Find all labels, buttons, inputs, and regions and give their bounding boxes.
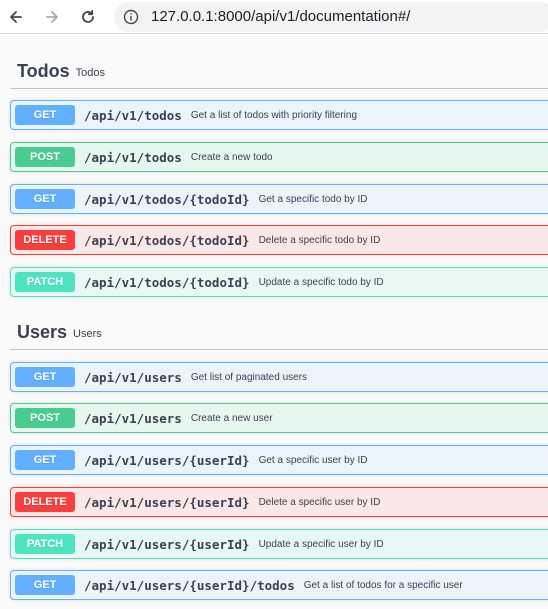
endpoint-summary: Update a specific todo by ID xyxy=(258,276,384,288)
endpoint-path: /api/v1/users/{userId}/todos xyxy=(84,577,295,593)
endpoint-summary: Get a list of todos for a specific user xyxy=(303,579,463,591)
endpoint-post-todos[interactable]: POST /api/v1/todos Create a new todo xyxy=(10,142,548,172)
method-badge: POST xyxy=(15,147,75,167)
section-header-users[interactable]: Users Users xyxy=(10,316,548,350)
method-badge: GET xyxy=(15,450,75,470)
info-icon[interactable] xyxy=(123,9,139,25)
method-badge: GET xyxy=(15,189,75,209)
endpoint-delete-user-by-id[interactable]: DELETE /api/v1/users/{userId} Delete a s… xyxy=(10,487,548,517)
arrow-right-icon xyxy=(46,11,58,23)
section-title: Todos xyxy=(17,61,70,81)
method-badge: GET xyxy=(15,575,75,595)
endpoint-summary: Get a specific todo by ID xyxy=(258,193,368,205)
endpoint-patch-todo-by-id[interactable]: PATCH /api/v1/todos/{todoId} Update a sp… xyxy=(10,267,548,297)
section-header-todos[interactable]: Todos Todos xyxy=(10,55,548,89)
endpoint-path: /api/v1/users/{userId} xyxy=(84,452,250,468)
endpoint-path: /api/v1/todos/{todoId} xyxy=(84,274,250,290)
endpoint-patch-user-by-id[interactable]: PATCH /api/v1/users/{userId} Update a sp… xyxy=(10,529,548,559)
section-description: Todos xyxy=(75,66,106,79)
section-title: Users xyxy=(17,322,68,342)
method-badge: PATCH xyxy=(15,534,75,554)
endpoint-path: /api/v1/users/{userId} xyxy=(84,536,250,552)
section-description: Users xyxy=(73,327,102,340)
endpoint-summary: Delete a specific user by ID xyxy=(258,496,381,508)
reload-icon xyxy=(82,9,94,23)
method-badge: DELETE xyxy=(15,230,75,250)
back-button[interactable] xyxy=(4,5,28,29)
endpoint-get-todo-by-id[interactable]: GET /api/v1/todos/{todoId} Get a specifi… xyxy=(10,184,548,214)
endpoint-path: /api/v1/todos xyxy=(84,149,182,165)
reload-button[interactable] xyxy=(76,5,100,29)
method-badge: PATCH xyxy=(15,272,75,292)
method-badge: GET xyxy=(15,105,75,125)
endpoint-get-todos[interactable]: GET /api/v1/todos Get a list of todos wi… xyxy=(10,100,548,130)
endpoint-summary: Get list of paginated users xyxy=(190,371,308,383)
endpoint-path: /api/v1/todos/{todoId} xyxy=(84,191,250,207)
endpoint-delete-todo-by-id[interactable]: DELETE /api/v1/todos/{todoId} Delete a s… xyxy=(10,225,548,255)
endpoint-summary: Get a list of todos with priority filter… xyxy=(190,109,358,121)
endpoint-path: /api/v1/users xyxy=(84,410,182,426)
endpoint-path: /api/v1/todos/{todoId} xyxy=(84,232,250,248)
arrow-left-icon xyxy=(10,11,22,23)
endpoint-post-users[interactable]: POST /api/v1/users Create a new user xyxy=(10,403,548,433)
forward-button[interactable] xyxy=(40,5,64,29)
endpoint-get-users[interactable]: GET /api/v1/users Get list of paginated … xyxy=(10,362,548,392)
endpoint-summary: Delete a specific todo by ID xyxy=(258,234,381,246)
method-badge: POST xyxy=(15,408,75,428)
browser-toolbar: 127.0.0.1:8000/api/v1/documentation#/ xyxy=(0,0,548,34)
endpoint-path: /api/v1/todos xyxy=(84,107,182,123)
endpoint-summary: Create a new user xyxy=(190,412,273,424)
endpoint-get-user-todos[interactable]: GET /api/v1/users/{userId}/todos Get a l… xyxy=(10,570,548,600)
method-badge: DELETE xyxy=(15,492,75,512)
endpoint-summary: Update a specific user by ID xyxy=(258,538,384,550)
url-text: 127.0.0.1:8000/api/v1/documentation#/ xyxy=(151,8,411,25)
address-bar[interactable]: 127.0.0.1:8000/api/v1/documentation#/ xyxy=(114,2,548,32)
endpoint-summary: Create a new todo xyxy=(190,151,273,163)
endpoint-path: /api/v1/users/{userId} xyxy=(84,494,250,510)
endpoint-path: /api/v1/users xyxy=(84,369,182,385)
method-badge: GET xyxy=(15,367,75,387)
endpoint-get-user-by-id[interactable]: GET /api/v1/users/{userId} Get a specifi… xyxy=(10,445,548,475)
endpoint-summary: Get a specific user by ID xyxy=(258,454,368,466)
swagger-page: Todos Todos GET /api/v1/todos Get a list… xyxy=(0,35,548,609)
